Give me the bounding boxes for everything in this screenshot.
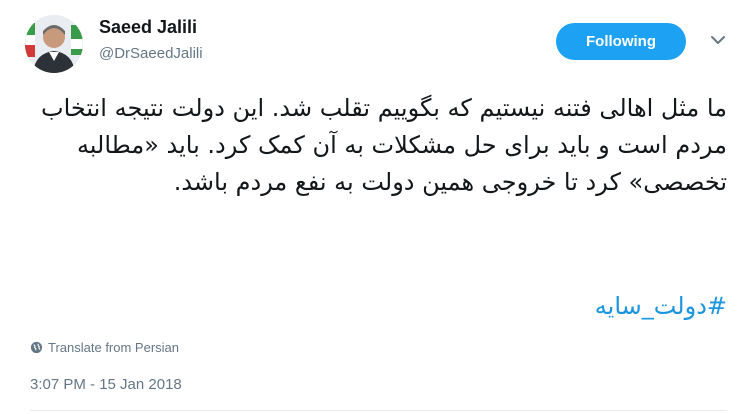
globe-icon bbox=[30, 341, 43, 354]
author-handle[interactable]: @DrSaeedJalili bbox=[99, 45, 203, 62]
following-button[interactable]: Following bbox=[556, 23, 686, 60]
divider bbox=[30, 410, 727, 411]
author-name[interactable]: Saeed Jalili bbox=[99, 17, 197, 38]
following-button-label: Following bbox=[586, 33, 656, 50]
avatar[interactable] bbox=[25, 15, 83, 73]
translate-link[interactable]: Translate from Persian bbox=[30, 340, 179, 355]
timestamp[interactable]: 3:07 PM - 15 Jan 2018 bbox=[30, 376, 182, 393]
chevron-down-icon bbox=[711, 36, 725, 44]
more-options-caret[interactable] bbox=[708, 30, 728, 50]
tweet-text: ما مثل اهالی فتنه نیستیم که بگوییم تقلب … bbox=[40, 94, 727, 196]
hashtag-link[interactable]: #دولت_سایه bbox=[595, 292, 727, 320]
translate-label: Translate from Persian bbox=[48, 340, 180, 355]
